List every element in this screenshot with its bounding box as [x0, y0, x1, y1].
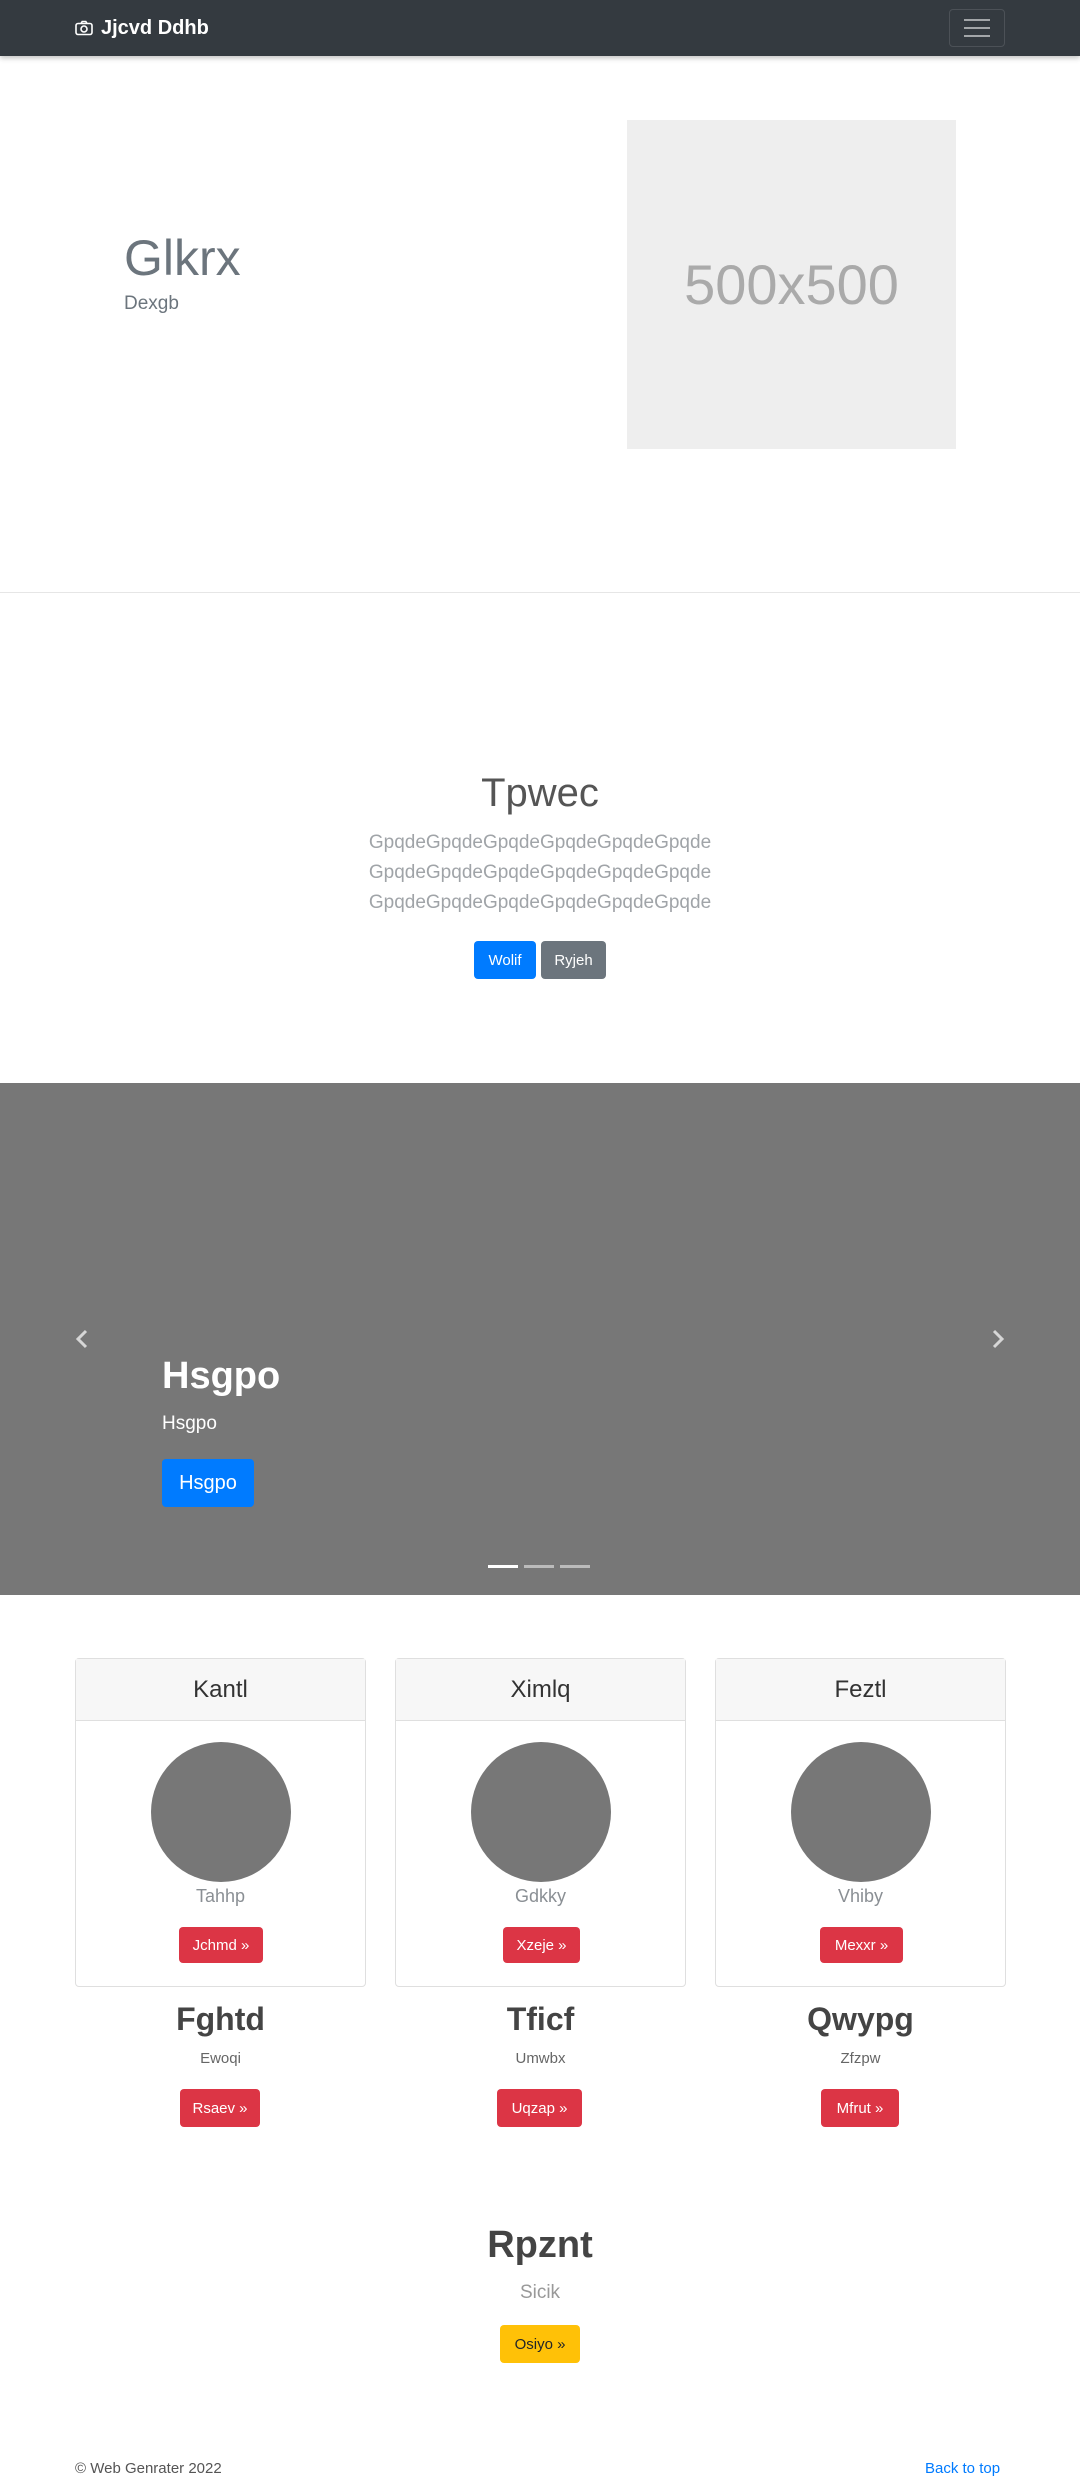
- jumbotron-line: GpqdeGpqdeGpqdeGpqdeGpqdeGpqde: [368, 862, 712, 883]
- carousel-indicator-1[interactable]: [488, 1565, 518, 1568]
- card-3: Feztl Vhiby Mexxr »: [715, 1658, 1006, 1987]
- card-1: Kantl Tahhp Jchmd »: [75, 1658, 366, 1987]
- column-title: Qwypg: [807, 2001, 914, 2037]
- column-button[interactable]: Rsaev »: [180, 2089, 260, 2127]
- card-button[interactable]: Mexxr »: [820, 1927, 903, 1963]
- final-title: Rpznt: [487, 2224, 593, 2266]
- brand-name: Jjcvd Ddhb: [101, 16, 209, 39]
- menu-toggle-button[interactable]: [949, 9, 1005, 47]
- menu-icon: [964, 19, 990, 21]
- hero-subtitle: Dexgb: [124, 293, 179, 314]
- carousel-next-button[interactable]: [988, 1327, 1008, 1351]
- carousel-caption-text: Hsgpo: [162, 1413, 217, 1434]
- final-button[interactable]: Osiyo »: [500, 2325, 580, 2363]
- back-to-top-link[interactable]: Back to top: [925, 2460, 1000, 2477]
- jumbotron-text: GpqdeGpqdeGpqdeGpqdeGpqdeGpqde GpqdeGpqd…: [0, 828, 1080, 918]
- card-header: Feztl: [716, 1659, 1005, 1721]
- brand-link[interactable]: Jjcvd Ddhb: [75, 16, 209, 40]
- column-title: Fghtd: [176, 2001, 265, 2037]
- avatar: [471, 1742, 611, 1882]
- carousel-indicators: [488, 1565, 590, 1568]
- card-header: Kantl: [76, 1659, 365, 1721]
- carousel-prev-button[interactable]: [72, 1327, 92, 1351]
- column-button[interactable]: Mfrut »: [821, 2089, 899, 2127]
- placeholder-label: 500x500: [684, 253, 899, 316]
- carousel-indicator-2[interactable]: [524, 1565, 554, 1568]
- avatar: [151, 1742, 291, 1882]
- jumbotron-line: GpqdeGpqdeGpqdeGpqdeGpqdeGpqde: [368, 832, 712, 853]
- section-divider: [0, 592, 1080, 593]
- hero-title: Glkrx: [124, 230, 241, 286]
- final-text: Sicik: [519, 2282, 561, 2303]
- column-title: Tficf: [506, 2001, 575, 2037]
- column-text: Zfzpw: [840, 2050, 881, 2067]
- column-text: Ewoqi: [200, 2050, 241, 2067]
- card-button[interactable]: Jchmd »: [179, 1927, 263, 1963]
- chevron-right-icon: [992, 1329, 1005, 1349]
- card-text: Gdkky: [514, 1886, 566, 1906]
- column-button[interactable]: Uqzap »: [497, 2089, 582, 2127]
- avatar: [791, 1742, 931, 1882]
- carousel: Hsgpo Hsgpo Hsgpo: [0, 1083, 1080, 1595]
- carousel-caption-button[interactable]: Hsgpo: [162, 1459, 254, 1507]
- column-text: Umwbx: [515, 2050, 566, 2067]
- card-button[interactable]: Xzeje »: [503, 1927, 580, 1963]
- navbar: Jjcvd Ddhb: [0, 0, 1080, 56]
- carousel-indicator-3[interactable]: [560, 1565, 590, 1568]
- primary-button[interactable]: Wolif: [474, 941, 536, 979]
- jumbotron-line: GpqdeGpqdeGpqdeGpqdeGpqdeGpqde: [368, 892, 712, 913]
- camera-icon: [75, 20, 93, 36]
- footer-copyright: © Web Genrater 2022: [75, 2460, 222, 2477]
- jumbotron-title: Tpwec: [481, 771, 599, 815]
- secondary-button[interactable]: Ryjeh: [541, 941, 606, 979]
- carousel-caption-title: Hsgpo: [162, 1355, 281, 1397]
- card-text: Vhiby: [837, 1886, 884, 1906]
- hero-image-placeholder: 500x500: [627, 120, 956, 449]
- card-text: Tahhp: [195, 1886, 246, 1906]
- card-header: Ximlq: [396, 1659, 685, 1721]
- chevron-left-icon: [75, 1329, 88, 1349]
- card-2: Ximlq Gdkky Xzeje »: [395, 1658, 686, 1987]
